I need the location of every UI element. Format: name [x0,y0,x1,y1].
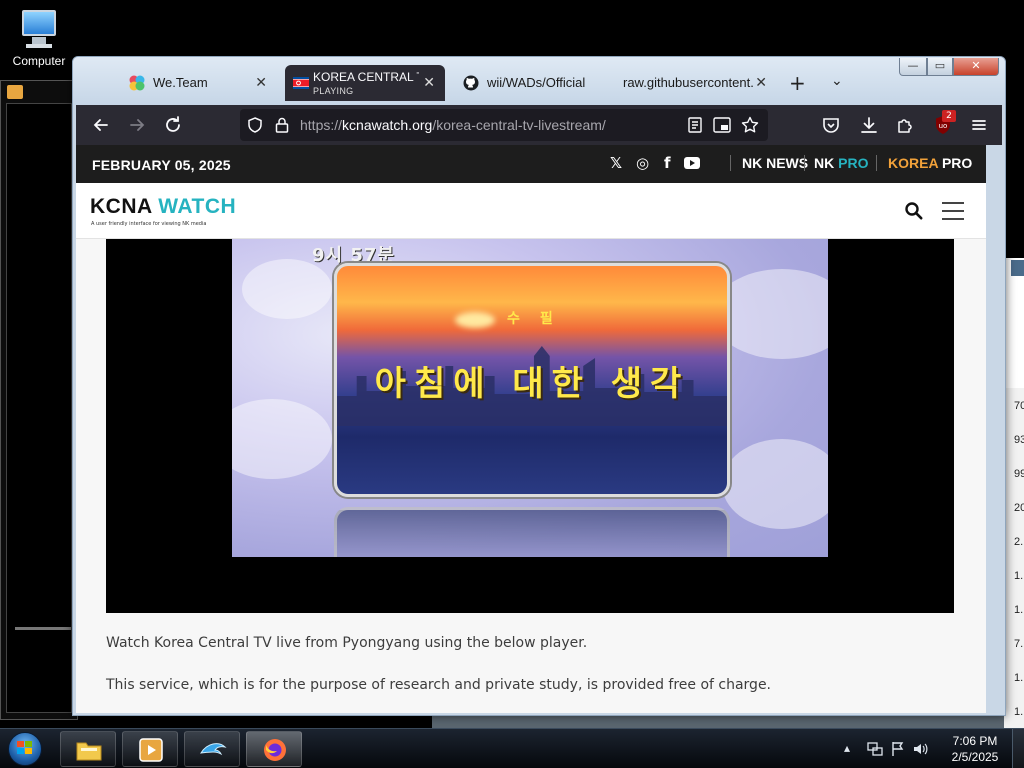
clock-date[interactable]: 2/5/2025 [946,750,1004,764]
tab-close-icon[interactable]: ✕ [755,74,767,91]
windows-logo-icon [17,741,33,755]
nk-news-link[interactable]: NK NEWS [742,155,808,171]
reload-icon[interactable] [162,114,184,136]
north-korea-flag-icon [293,77,309,89]
tab-raw-github[interactable]: raw.githubusercontent.c ✕ [613,65,777,101]
spreadsheet-cell: 70 [1014,400,1024,412]
tab-title: We.Team [153,75,208,90]
github-icon [463,75,479,91]
spreadsheet-cell: 7. [1014,638,1024,650]
tab-korea-central-tv[interactable]: KOREA CENTRAL TV PLAYING ✕ [285,65,445,101]
url-bar[interactable]: https://kcnawatch.org/korea-central-tv-l… [240,109,768,141]
card-genre-label: 수필 [507,311,573,327]
taskbar-dolphin[interactable] [184,731,240,767]
folder-icon [76,742,102,761]
spreadsheet-cell: 93 [1014,434,1024,446]
reader-view-icon[interactable] [686,116,704,134]
background-window-left[interactable] [0,80,78,720]
card-title: 아침에 대한 생각 [374,364,690,404]
taskbar-firefox[interactable] [246,731,302,767]
spreadsheet-cell: 1. [1014,672,1024,684]
tracking-shield-icon[interactable] [246,116,264,134]
picture-in-picture-icon[interactable] [712,116,732,134]
title-card: 수필 아침에 대한 생각 [334,263,730,497]
spreadsheet-cell: 1. [1014,706,1024,718]
korea-pro-link[interactable]: KOREA PRO [888,155,972,171]
dolphin-icon [200,743,227,756]
tab-weteam[interactable]: We.Team ✕ [117,65,277,101]
extensions-puzzle-icon[interactable] [894,114,916,136]
maximize-button[interactable]: ▭ [927,58,953,76]
computer-icon [16,6,62,50]
forward-arrow-icon[interactable] [126,114,148,136]
logo-tagline: A user friendly interface for viewing NK… [91,221,207,227]
nk-pro-link[interactable]: NK PRO [814,155,868,171]
show-desktop-button[interactable] [1012,729,1024,768]
tab-title: wii/WADs/Official C [487,75,589,90]
list-all-tabs-button[interactable]: ⌄ [831,73,843,89]
tab-playing-label: PLAYING [313,86,354,96]
taskbar-explorer[interactable] [60,731,116,767]
weteam-favicon-icon [129,75,145,91]
network-icon[interactable] [866,740,884,758]
web-page: FEBRUARY 05, 2025 𝕏 ◎ f NK NEWS NK PRO K… [76,145,986,713]
site-top-bar: FEBRUARY 05, 2025 𝕏 ◎ f NK NEWS NK PRO K… [76,145,986,183]
youtube-icon[interactable] [684,157,700,169]
tray-overflow-icon[interactable]: ▴ [844,741,850,755]
instagram-icon[interactable]: ◎ [636,154,649,172]
disclaimer-paragraph: This service, which is for the purpose o… [106,677,772,693]
background-window-right[interactable]: 70 93 99 20 2. 1. 1. 7. 1. 1. [1004,258,1024,728]
action-center-flag-icon[interactable] [890,740,906,758]
tab-close-icon[interactable]: ✕ [255,74,267,91]
computer-desktop-icon[interactable]: Computer [8,6,70,68]
spreadsheet-cell: 1. [1014,570,1024,582]
tab-close-icon[interactable]: ✕ [423,74,435,91]
intro-paragraph: Watch Korea Central TV live from Pyongya… [106,635,588,651]
pocket-icon[interactable] [820,114,842,136]
taskbar: ▴ 7:06 PM 2/5/2025 [0,728,1024,768]
media-app-icon [7,85,23,99]
firefox-icon [264,739,286,761]
spreadsheet-cell: 99 [1014,468,1024,480]
computer-icon-label: Computer [12,54,66,68]
close-window-button[interactable]: ✕ [953,58,999,76]
tab-title: raw.githubusercontent.c [623,75,753,90]
site-header: KCNA WATCH A user friendly interface for… [76,183,986,239]
url-text: https://kcnawatch.org/korea-central-tv-l… [300,117,606,133]
bookmark-star-icon[interactable] [740,115,760,135]
new-tab-button[interactable]: + [789,71,806,95]
svg-text:uo: uo [939,122,948,130]
lock-icon[interactable] [274,116,290,134]
ublock-count-badge: 2 [942,110,956,122]
kcna-watch-logo[interactable]: KCNA WATCH [90,195,236,219]
firefox-window: — ▭ ✕ We.Team ✕ KOREA CENTRAL TV PLAYING… [72,56,1006,716]
facebook-icon[interactable]: f [664,154,671,172]
tab-github-wads[interactable]: wii/WADs/Official C [451,65,611,101]
clock-time[interactable]: 7:06 PM [952,734,998,748]
back-arrow-icon[interactable] [90,114,112,136]
taskbar-media-player[interactable] [122,731,178,767]
downloads-icon[interactable] [858,114,880,136]
search-icon[interactable] [904,201,924,221]
navigation-toolbar: https://kcnawatch.org/korea-central-tv-l… [76,105,1002,145]
spreadsheet-cell: 20 [1014,502,1024,514]
media-player-icon [139,738,163,762]
volume-icon[interactable] [912,740,930,758]
video-frame: 9시 57분 수필 아침에 대한 생각 [232,239,828,557]
spreadsheet-cell: 1. [1014,604,1024,616]
menu-hamburger-icon[interactable] [968,114,990,136]
tab-title: KOREA CENTRAL TV [313,70,419,84]
spreadsheet-cell: 2. [1014,536,1024,548]
start-button[interactable] [4,730,44,768]
site-date: FEBRUARY 05, 2025 [92,157,231,173]
x-twitter-icon[interactable]: 𝕏 [610,154,622,172]
site-menu-button[interactable] [942,202,964,220]
video-player[interactable]: 9시 57분 수필 아침에 대한 생각 [106,239,954,613]
minimize-button[interactable]: — [899,58,927,76]
